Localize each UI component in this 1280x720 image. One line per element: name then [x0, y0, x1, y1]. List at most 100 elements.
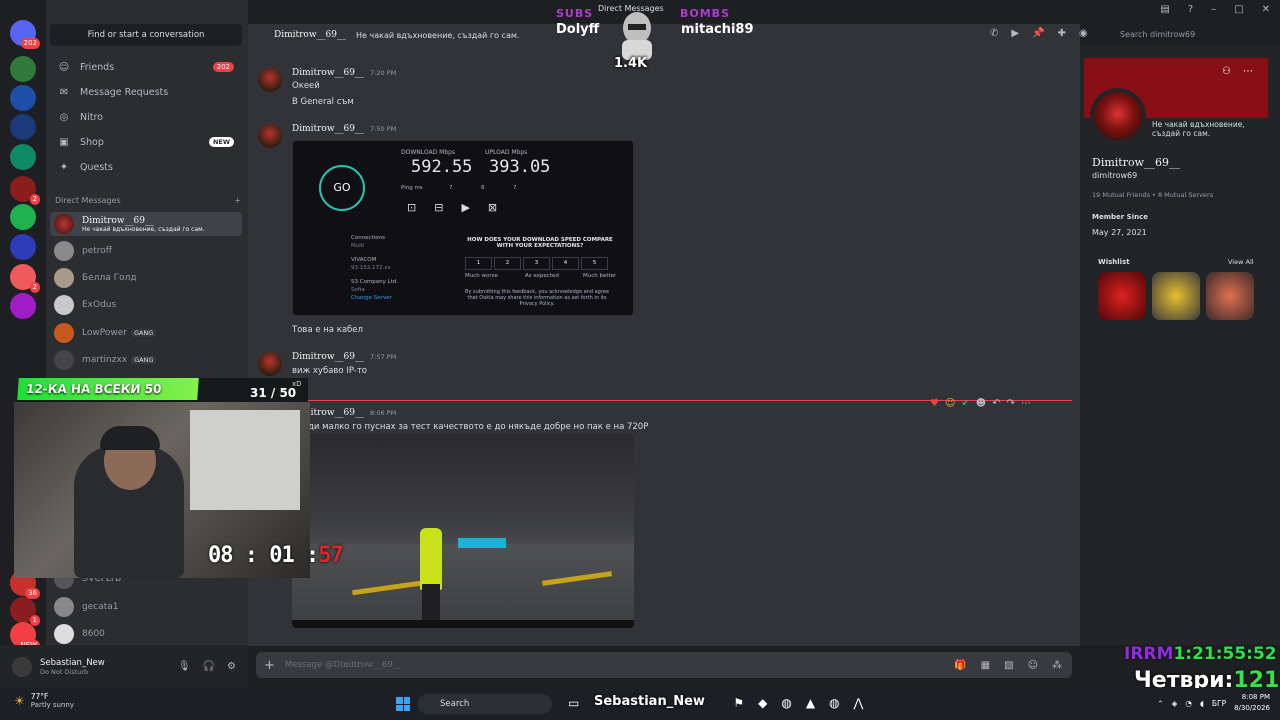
call-icon[interactable]: ✆ [990, 28, 998, 39]
wishlist-item[interactable] [1098, 272, 1146, 320]
user-avatar[interactable] [12, 656, 32, 677]
more-icon[interactable]: ⋯ [1243, 66, 1253, 77]
video-attachment[interactable] [292, 434, 634, 628]
create-dm-icon[interactable]: + [234, 196, 241, 205]
message-input[interactable]: Message @Dimitrow__69__ [285, 660, 401, 670]
check-reaction-icon[interactable]: ✔ [961, 398, 969, 409]
profile-avatar[interactable] [1090, 88, 1146, 144]
emoji-icon[interactable]: ☺ [1028, 660, 1038, 671]
mutual-friends[interactable]: 19 Mutual Friends [1092, 191, 1150, 199]
app-icon[interactable]: ⚑ [733, 696, 744, 710]
taskbar-search[interactable]: Search [418, 694, 552, 714]
dm-item-martinzxx[interactable]: martinzxx GANG [50, 348, 242, 372]
dm-item-gecata1[interactable]: gecata1 [50, 595, 242, 619]
microphone-icon[interactable]: 🎙 [178, 661, 191, 672]
add-friend-icon[interactable]: ✚ [1058, 28, 1066, 39]
dm-item-lowpower[interactable]: LowPower GANG [50, 321, 242, 345]
nav-message-requests[interactable]: ✉ Message Requests [50, 81, 242, 103]
dm-item-exodus[interactable]: ExOdus [50, 293, 242, 317]
avatar [54, 624, 74, 644]
message-avatar[interactable] [258, 68, 282, 92]
mutual-servers[interactable]: 8 Mutual Servers [1158, 191, 1213, 199]
message-author[interactable]: Dimitrow__69__ 7:20 PM [292, 68, 396, 78]
app-icon[interactable]: ⋀ [854, 696, 864, 710]
gift-icon[interactable]: 🎁 [954, 660, 966, 671]
dm-item-8600[interactable]: 8600 [50, 622, 242, 646]
avatar [54, 323, 74, 343]
author-name[interactable]: Dimitrow__69__ [292, 68, 364, 78]
server-icon-server-9[interactable]: 2 [10, 264, 40, 293]
more-icon[interactable]: ⋯ [1021, 398, 1031, 409]
gamepad-icon: ⊟ [434, 201, 444, 214]
gif-icon[interactable]: ▦ [981, 660, 990, 671]
heart-reaction-icon[interactable]: ♥ [930, 398, 939, 409]
server-icon-server-12[interactable]: 1 [10, 597, 40, 626]
search-input[interactable]: Search dimitrow69 [1112, 26, 1270, 44]
author-name[interactable]: Dimitrow__69__ [292, 352, 364, 362]
author-name[interactable]: Dimitrow__69__ [292, 124, 364, 134]
message-author[interactable]: Dimitrow__69__ 7:57 PM [292, 352, 396, 362]
dm-item-petroff[interactable]: petroff [50, 239, 242, 263]
nav-nitro[interactable]: ◎ Nitro [50, 106, 242, 128]
app-icon[interactable]: ▲ [806, 696, 815, 710]
message-avatar[interactable] [258, 124, 282, 148]
close-button[interactable]: ✕ [1262, 4, 1270, 15]
video-controls[interactable] [292, 620, 634, 628]
start-icon[interactable] [396, 697, 410, 711]
weather-widget[interactable]: ☀ 77°F Partly sunny [14, 692, 74, 709]
server-icon-home[interactable]: 202 [10, 20, 40, 49]
dm-item-dimitrow[interactable]: Dimitrow__69__ Не чакай вдъхновение, съз… [50, 212, 242, 236]
server-icon-server-5[interactable] [10, 144, 36, 170]
headphones-icon[interactable]: 🎧 [203, 661, 215, 672]
server-icon-server-4[interactable] [10, 114, 36, 140]
chrome-icon[interactable]: ◍ [829, 696, 839, 710]
message-author[interactable]: Dimitrow__69__ 7:50 PM [292, 124, 396, 134]
file-explorer-icon[interactable]: ▭ [568, 696, 579, 710]
speedtest-image[interactable]: GO DOWNLOAD Mbps 592.55 UPLOAD Mbps 393.… [292, 140, 634, 316]
chevron-up-icon[interactable]: ⌃ [1157, 699, 1163, 708]
add-friend-icon[interactable]: ⚇ [1222, 66, 1231, 77]
add-attachment-icon[interactable]: + [264, 658, 275, 673]
gear-icon[interactable]: ⚙ [227, 661, 236, 672]
sticker-icon[interactable]: ▧ [1004, 660, 1013, 671]
server-icon-server-7[interactable] [10, 204, 36, 230]
maximize-button[interactable]: □ [1234, 4, 1243, 15]
nav-friends[interactable]: ☺ Friends 202 [50, 56, 242, 78]
mutuals[interactable]: 19 Mutual Friends • 8 Mutual Servers [1092, 191, 1213, 199]
server-icon-server-8[interactable] [10, 234, 36, 260]
find-conversation-button[interactable]: Find or start a conversation [50, 24, 242, 46]
minimize-button[interactable]: – [1211, 4, 1216, 15]
add-reaction-icon[interactable]: ☻ [976, 398, 986, 409]
profile-toggle-icon[interactable]: ◉ [1079, 28, 1088, 39]
wishlist-item[interactable] [1152, 272, 1200, 320]
tray-icon[interactable]: ◈ [1172, 699, 1178, 708]
avatar [54, 295, 74, 315]
clock[interactable]: 8:08 PM 8/30/2026 [1234, 692, 1270, 714]
app-icon[interactable]: ◆ [758, 696, 767, 710]
help-icon[interactable]: ? [1188, 4, 1193, 15]
volume-icon[interactable]: ◖ [1200, 699, 1204, 708]
dm-item-bella[interactable]: Белла Голд [50, 266, 242, 290]
server-icon-server-10[interactable] [10, 293, 36, 319]
nav-quests[interactable]: ✦ Quests [50, 156, 242, 178]
header-name[interactable]: Dimitrow__69__ [274, 30, 346, 40]
chrome-icon[interactable]: ◍ [781, 696, 791, 710]
nav-shop[interactable]: ▣ Shop NEW [50, 131, 242, 153]
character [420, 528, 442, 590]
laugh-reaction-icon[interactable]: ☺ [945, 398, 955, 409]
language-indicator[interactable]: БГР [1212, 699, 1226, 708]
server-icon-server-6[interactable]: 2 [10, 176, 40, 205]
message-composer[interactable]: + Message @Dimitrow__69__ 🎁 ▦ ▧ ☺ ⁂ [256, 652, 1072, 678]
wishlist-item[interactable] [1206, 272, 1254, 320]
wifi-icon[interactable]: ◔ [1185, 699, 1192, 708]
reply-icon[interactable]: ↶ [992, 398, 1000, 409]
pin-icon[interactable]: 📌 [1032, 28, 1044, 39]
forward-icon[interactable]: ↷ [1007, 398, 1015, 409]
message-avatar[interactable] [258, 352, 282, 376]
view-all-link[interactable]: View All [1228, 258, 1254, 266]
video-icon[interactable]: ▶ [1011, 28, 1019, 39]
server-icon-server-2[interactable] [10, 56, 36, 82]
apps-icon[interactable]: ⁂ [1052, 660, 1062, 671]
server-icon-server-3[interactable] [10, 85, 36, 111]
inbox-icon[interactable]: ▤ [1160, 4, 1169, 15]
